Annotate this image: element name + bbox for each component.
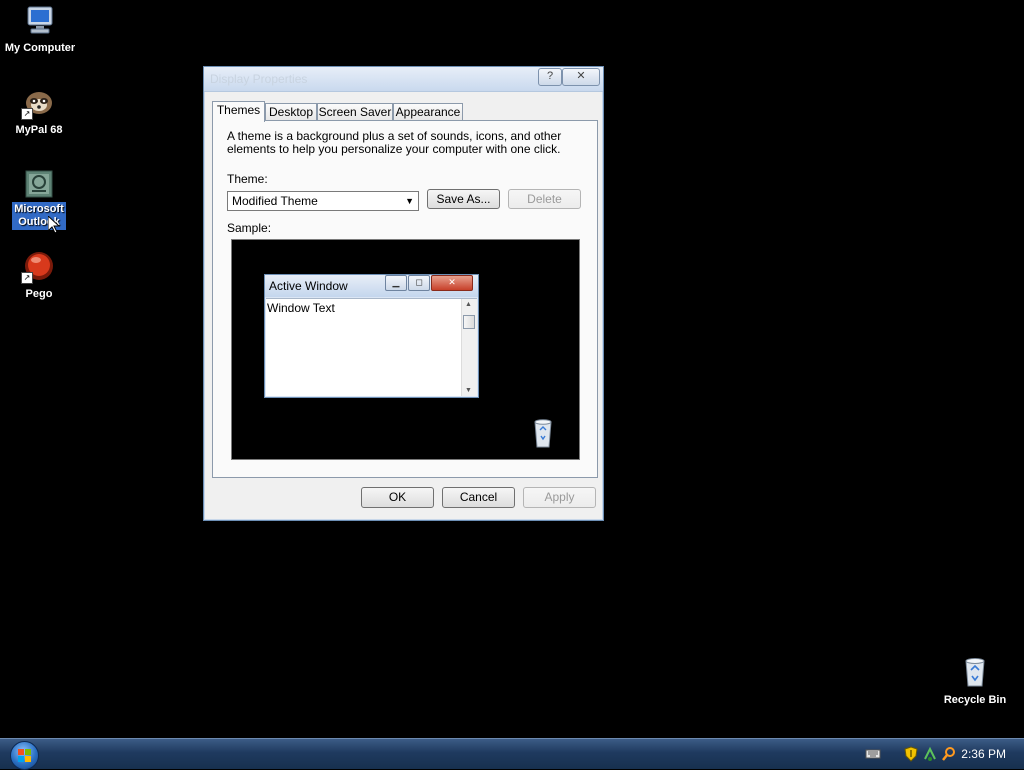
dialog-titlebar[interactable]: Display Properties ? ✕ [204,67,603,92]
sample-active-window: Active Window ▁ ◻ ✕ Window Text ▲ ▼ [264,274,479,398]
keyboard-icon[interactable] [865,746,881,762]
desktop-icon-pego[interactable]: ↗ Pego [1,250,77,302]
tab-themes[interactable]: Themes [212,101,265,122]
desktop-icon-microsoft-outlook[interactable]: Microsoft Outlook [1,168,77,230]
search-icon[interactable] [941,746,957,762]
shortcut-arrow-icon: ↗ [21,108,33,120]
desktop-icon-my-computer[interactable]: My Computer [2,4,78,56]
delete-button[interactable]: Delete [508,189,581,209]
maximize-icon: ◻ [408,275,430,291]
desktop-icon-label: Pego [25,288,53,300]
computer-icon [24,4,56,36]
scroll-thumb [463,315,475,329]
start-button[interactable] [10,741,39,770]
theme-label: Theme: [227,172,268,186]
recycle-bin-icon [959,656,991,688]
scroll-down-icon: ▼ [465,387,472,394]
display-properties-dialog: Display Properties ? ✕ Themes Desktop Sc… [203,66,604,521]
dialog-title: Display Properties [210,72,308,86]
theme-description: A theme is a background plus a set of so… [227,129,562,156]
apply-button[interactable]: Apply [523,487,596,508]
taskbar: 2:36 PM [0,738,1024,770]
desktop-icon-recycle-bin[interactable]: Recycle Bin [937,656,1013,708]
sample-label: Sample: [227,221,272,235]
help-button[interactable]: ? [538,68,562,86]
desktop-icon-mypal[interactable]: ↗ MyPal 68 [1,86,77,138]
outlook-icon [23,168,55,200]
desktop-icon-label: My Computer [4,42,76,54]
desktop-icon-label: MyPal 68 [15,124,63,136]
scroll-up-icon: ▲ [465,301,472,308]
mypal-icon: ↗ [21,86,55,120]
security-shield-icon[interactable] [903,746,919,762]
close-button[interactable]: ✕ [562,68,600,86]
save-as-button[interactable]: Save As... [427,189,500,209]
taskbar-clock[interactable]: 2:36 PM [961,747,1006,761]
sample-window-titlebar: Active Window ▁ ◻ ✕ [265,275,478,297]
desktop-icon-label: Recycle Bin [943,694,1007,706]
cancel-button[interactable]: Cancel [442,487,515,508]
network-icon[interactable] [922,746,938,762]
shortcut-arrow-icon: ↗ [21,272,33,284]
sample-scrollbar: ▲ ▼ [461,299,477,396]
tab-appearance[interactable]: Appearance [393,103,463,121]
windows-flag-icon [18,749,31,762]
tab-desktop[interactable]: Desktop [265,103,317,121]
theme-sample-preview: Active Window ▁ ◻ ✕ Window Text ▲ ▼ [231,239,580,460]
theme-select-value: Modified Theme [232,194,318,208]
pego-icon: ↗ [21,250,55,284]
ok-button[interactable]: OK [361,487,434,508]
recycle-bin-icon [534,419,552,448]
sample-window-text: Window Text [267,301,335,315]
close-icon: ✕ [431,275,473,291]
minimize-icon: ▁ [385,275,407,291]
sample-window-body: Window Text ▲ ▼ [266,298,477,396]
tab-screen-saver[interactable]: Screen Saver [317,103,393,121]
theme-select[interactable]: Modified Theme ▼ [227,191,419,211]
mouse-cursor-icon [48,216,60,234]
themes-tab-panel: A theme is a background plus a set of so… [212,120,598,478]
sample-window-title: Active Window [269,279,348,293]
chevron-down-icon[interactable]: ▼ [405,192,414,210]
